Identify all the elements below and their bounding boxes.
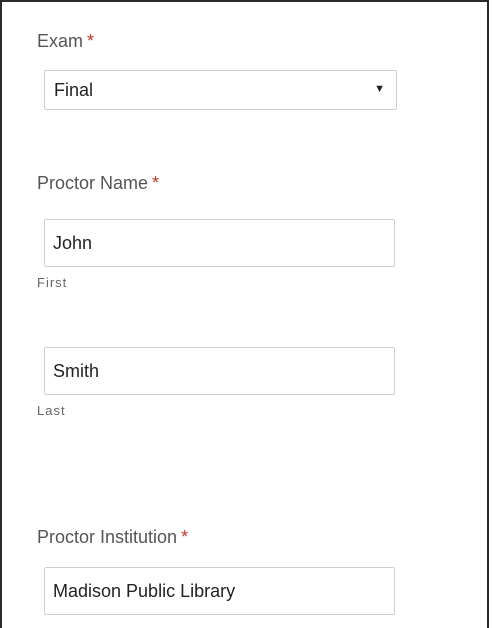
- first-name-sublabel: First: [37, 275, 68, 290]
- proctor-name-label: Proctor Name *: [37, 173, 159, 194]
- exam-select[interactable]: Final ▼: [44, 70, 397, 110]
- chevron-down-icon: ▼: [374, 83, 385, 95]
- proctor-institution-label-text: Proctor Institution: [37, 527, 178, 547]
- proctor-institution-input[interactable]: [44, 567, 395, 615]
- exam-label: Exam *: [37, 31, 94, 52]
- proctor-institution-required-mark: *: [181, 527, 189, 547]
- last-name-sublabel: Last: [37, 403, 66, 418]
- exam-select-value: Final: [54, 80, 94, 100]
- proctor-institution-label: Proctor Institution *: [37, 527, 188, 548]
- proctor-name-label-text: Proctor Name: [37, 173, 149, 193]
- exam-required-mark: *: [87, 31, 95, 51]
- first-name-input[interactable]: [44, 219, 395, 267]
- form-panel: Exam* Final ▼ Proctor Name* First Last P…: [0, 0, 489, 628]
- proctor-name-required-mark: *: [152, 173, 160, 193]
- exam-label-text: Exam: [37, 31, 84, 51]
- last-name-input[interactable]: [44, 347, 395, 395]
